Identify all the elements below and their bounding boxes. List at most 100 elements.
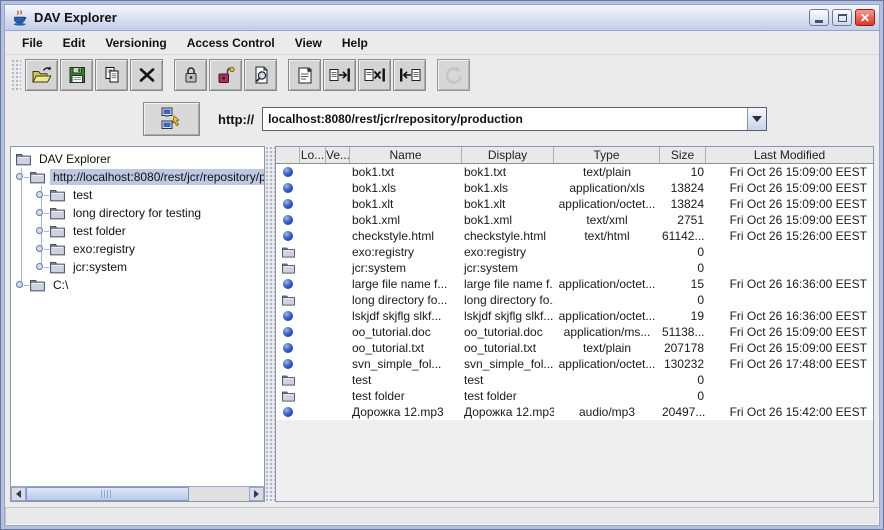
check-out-button[interactable] [358,59,391,91]
open-button[interactable] [25,59,58,91]
cell-type: application/octet... [554,357,660,372]
open-folder-icon [31,65,53,85]
folder-icon [281,390,296,402]
tree-expand-handle[interactable] [35,222,49,240]
split-pane-divider[interactable] [265,146,275,502]
maximize-icon [838,14,847,22]
menu-view[interactable]: View [286,33,331,53]
tree-node-6[interactable]: jcr:system [11,258,264,276]
menu-edit[interactable]: Edit [54,33,95,53]
cell-type: text/xml [554,213,660,228]
expand-knob-icon [36,209,43,216]
view-button[interactable] [244,59,277,91]
chevron-down-icon [752,116,762,122]
connect-button[interactable] [143,102,200,136]
table-row[interactable]: bok1.xlsbok1.xlsapplication/xls13824Fri … [276,180,873,196]
column-header-icon[interactable] [276,147,300,163]
cell-type: audio/mp3 [554,405,660,420]
column-header-display[interactable]: Display [462,147,554,163]
maximize-button[interactable] [832,9,852,26]
table-row[interactable]: long directory fo...long directory fo...… [276,292,873,308]
table-row[interactable]: Дорожка 12.mp3Дорожка 12.mp3audio/mp3204… [276,404,873,420]
tree-node-0[interactable]: DAV Explorer [11,150,264,168]
column-header-type[interactable]: Type [554,147,660,163]
tree-node-7[interactable]: C:\ [11,276,264,294]
expand-knob-icon [36,263,43,270]
table-row[interactable]: checkstyle.htmlcheckstyle.htmltext/html6… [276,228,873,244]
tree-node-2[interactable]: test [11,186,264,204]
tree-expand-handle[interactable] [35,240,49,258]
tree-horizontal-scrollbar [11,486,264,501]
uncheckout-button[interactable] [393,59,426,91]
minimize-button[interactable] [809,9,829,26]
scroll-left-button[interactable] [11,487,26,501]
cell-icon [276,246,300,258]
table-row[interactable]: bok1.xltbok1.xltapplication/octet...1382… [276,196,873,212]
unlock-button[interactable] [209,59,242,91]
table-row[interactable]: oo_tutorial.txtoo_tutorial.txttext/plain… [276,340,873,356]
tree-node-4[interactable]: test folder [11,222,264,240]
table-body: bok1.txtbok1.txttext/plain10Fri Oct 26 1… [276,164,873,501]
table-row[interactable]: lskjdf skjflg slkf...lskjdf skjflg slkf.… [276,308,873,324]
tree-expand-handle[interactable] [35,258,49,276]
folder-icon [29,170,46,184]
menu-access-control[interactable]: Access Control [178,33,284,53]
tree-expand-handle[interactable] [35,204,49,222]
app-window: DAV Explorer ✕ FileEditVersioningAccess … [4,4,880,526]
tree-expand-handle[interactable] [35,186,49,204]
tree-node-3[interactable]: long directory for testing [11,204,264,222]
scrollbar-track[interactable] [26,487,249,501]
menu-help[interactable]: Help [333,33,377,53]
table-row[interactable]: test foldertest folder0 [276,388,873,404]
address-url-input[interactable] [263,108,747,130]
folder-icon [281,374,296,386]
scrollbar-thumb[interactable] [26,487,189,501]
column-header-lastmodified[interactable]: Last Modified [706,147,873,163]
cell-name: oo_tutorial.doc [350,325,462,340]
menu-versioning[interactable]: Versioning [96,33,175,53]
table-row[interactable]: testtest0 [276,372,873,388]
table-row[interactable]: svn_simple_fol...svn_simple_fol...applic… [276,356,873,372]
table-row[interactable]: exo:registryexo:registry0 [276,244,873,260]
table-row[interactable]: large file name f...large file name f...… [276,276,873,292]
check-in-button[interactable] [323,59,356,91]
column-header-size[interactable]: Size [660,147,706,163]
table-row[interactable]: bok1.xmlbok1.xmltext/xml2751Fri Oct 26 1… [276,212,873,228]
cell-icon [276,231,300,241]
delete-button[interactable] [130,59,163,91]
save-button[interactable] [60,59,93,91]
close-button[interactable]: ✕ [855,9,875,26]
table-row[interactable]: jcr:systemjcr:system0 [276,260,873,276]
toolbar-drag-handle[interactable] [11,59,21,91]
titlebar[interactable]: DAV Explorer ✕ [5,5,879,31]
column-header-ve[interactable]: Ve... [326,147,350,163]
tree-node-label: DAV Explorer [36,151,114,167]
column-header-lo[interactable]: Lo... [300,147,326,163]
tree-node-5[interactable]: exo:registry [11,240,264,258]
copy-button[interactable] [95,59,128,91]
addressbar: http:// [5,95,879,143]
uncheckout-icon [398,65,422,85]
tree-expand-handle[interactable] [15,276,29,294]
tree-node-1[interactable]: http://localhost:8080/rest/jcr/repositor… [11,168,264,186]
cell-type: application/octet... [554,197,660,212]
address-dropdown-button[interactable] [747,108,766,130]
properties-button[interactable] [288,59,321,91]
cell-display: oo_tutorial.doc [462,325,554,340]
cell-name: lskjdf skjflg slkf... [350,309,462,324]
scroll-right-button[interactable] [249,487,264,501]
cell-display: bok1.xls [462,181,554,196]
scrollbar-grip-icon [101,490,113,498]
expand-knob-icon [36,227,43,234]
menu-file[interactable]: File [13,33,52,53]
cell-name: bok1.xml [350,213,462,228]
tree-expand-handle[interactable] [15,168,29,186]
table-row[interactable]: bok1.txtbok1.txttext/plain10Fri Oct 26 1… [276,164,873,180]
cell-icon [276,407,300,417]
cell-type: application/octet... [554,277,660,292]
table-row[interactable]: oo_tutorial.docoo_tutorial.docapplicatio… [276,324,873,340]
column-header-name[interactable]: Name [350,147,462,163]
lock-button[interactable] [174,59,207,91]
file-icon [283,231,293,241]
cell-name: long directory fo... [350,293,462,308]
